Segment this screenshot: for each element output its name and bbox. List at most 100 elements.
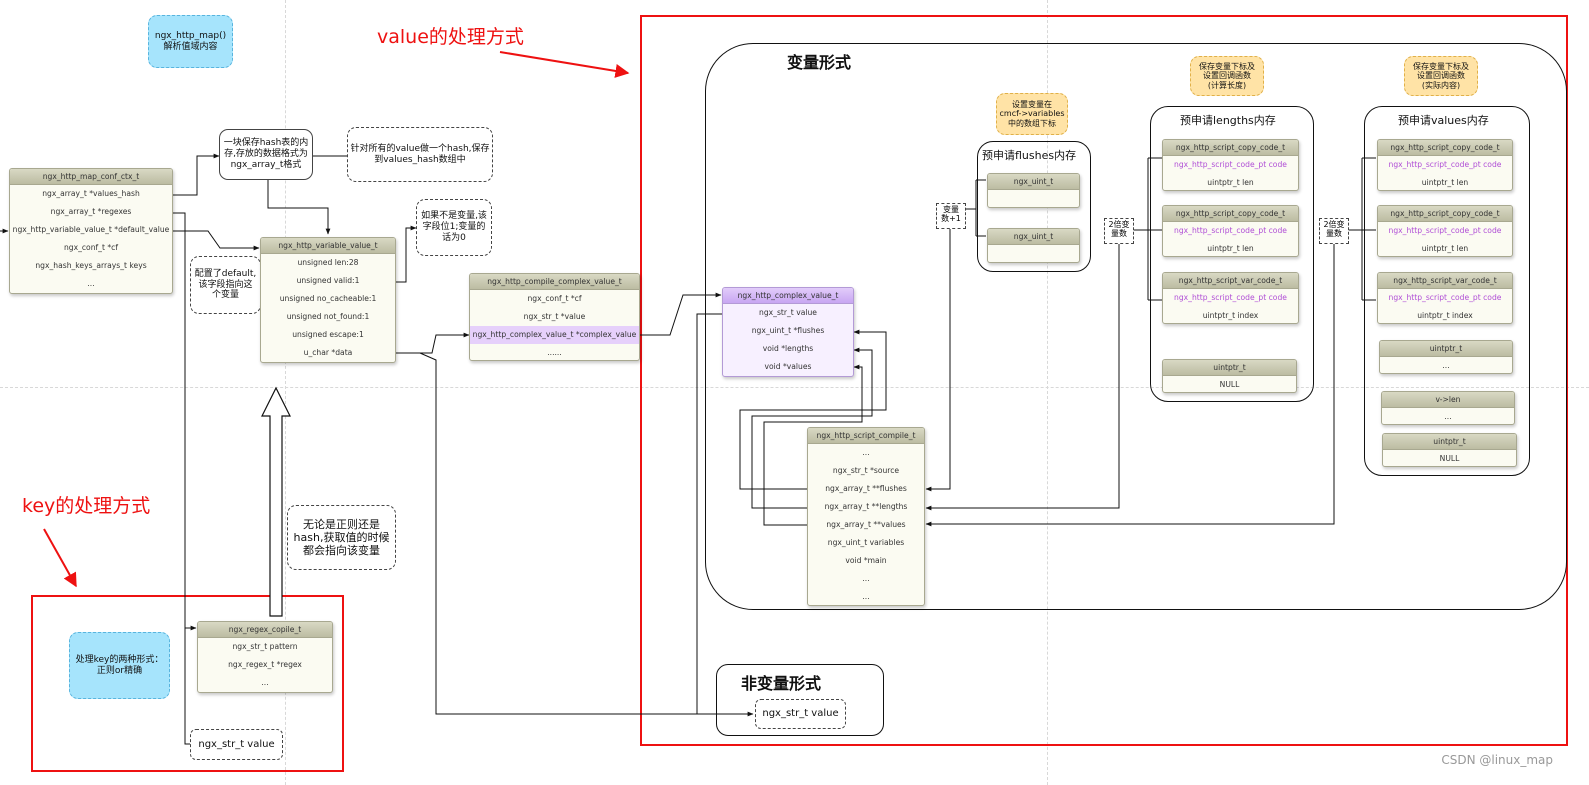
struct-title: ngx_http_script_var_code_t (1378, 273, 1512, 289)
non-variable-str-value: ngx_str_t value (755, 699, 846, 729)
key-forms-note: 处理key的两种形式： 正则or精确 (69, 632, 170, 699)
struct-title: ngx_uint_t (988, 229, 1079, 245)
struct-field: void *main (845, 556, 887, 565)
struct-field: ngx_str_t value (759, 308, 817, 317)
struct-field: u_char *data (303, 348, 353, 357)
struct-title: ngx_http_variable_value_t (261, 238, 395, 254)
struct-title: ngx_regex_copile_t (198, 622, 332, 638)
struct-values-null: uintptr_t NULL (1382, 433, 1517, 467)
struct-field: unsigned escape:1 (292, 330, 364, 339)
set-var-index-note: 设置变量在 cmcf->variables 中的数组下标 (996, 93, 1068, 135)
struct-field: ngx_http_script_code_pt code (1174, 226, 1287, 235)
struct-field: void *lengths (762, 344, 814, 353)
struct-field: ngx_array_t **flushes (825, 484, 907, 493)
struct-field: void *values (764, 362, 812, 371)
struct-title: ngx_http_script_copy_code_t (1378, 206, 1512, 222)
struct-field: ngx_http_script_code_pt code (1388, 160, 1502, 169)
struct-field: ngx_array_t *regexes (50, 207, 132, 216)
struct-flush-uint: ngx_uint_t (987, 173, 1080, 208)
struct-field: ngx_array_t **values (826, 520, 906, 529)
struct-field: uintptr_t len (1207, 178, 1254, 187)
hash-values-note: 针对所有的value做一个hash,保存 到values_hash数组中 (347, 127, 493, 182)
struct-field: unsigned len:28 (297, 258, 359, 267)
struct-field: ngx_str_t *value (523, 312, 586, 321)
save-index-length-note: 保存变量下标及 设置回调函数 (计算长度) (1190, 56, 1264, 96)
struct-lengths-null: uintptr_t NULL (1162, 359, 1297, 393)
struct-field: ngx_http_complex_value_t *complex_value (470, 326, 639, 344)
struct-field: ngx_regex_t *regex (228, 660, 302, 669)
struct-ngx-regex-compile: ngx_regex_copile_t ngx_str_t pattern ngx_r… (197, 621, 333, 693)
default-note: 配置了default, 该字段指向这 个变量 (190, 256, 261, 314)
struct-title: ngx_http_map_conf_ctx_t (10, 169, 172, 185)
struct-values-var-code: ngx_http_script_var_code_t ngx_http_scrip… (1377, 272, 1513, 324)
struct-field: ngx_http_script_code_pt code (1174, 293, 1287, 302)
struct-field: ngx_http_script_code_pt code (1388, 226, 1502, 235)
struct-field (988, 190, 1079, 207)
struct-field: uintptr_t index (1202, 311, 1259, 320)
struct-field: unsigned not_found:1 (286, 312, 370, 321)
struct-field: ngx_http_script_code_pt code (1174, 160, 1287, 169)
struct-title: ngx_http_script_compile_t (808, 428, 924, 444)
struct-field: uintptr_t len (1421, 178, 1469, 187)
struct-title: ngx_http_script_var_code_t (1163, 273, 1298, 289)
var-count-plus-one-tag: 变量 数+1 (936, 203, 966, 229)
save-index-content-note: 保存变量下标及 设置回调函数 (实际内容) (1404, 56, 1478, 96)
struct-field: ngx_hash_keys_arrays_t keys (35, 261, 147, 270)
struct-title: v->len (1382, 392, 1514, 408)
struct-field: ... (862, 574, 870, 583)
struct-values-copy-code: ngx_http_script_copy_code_t ngx_http_scri… (1377, 139, 1513, 191)
map-parse-note: ngx_http_map() 解析值域内容 (148, 15, 233, 68)
struct-title: ngx_http_complex_value_t (723, 288, 853, 304)
hash-memory-note: 一块保存hash表的内 存,存放的数据格式为 ngx_array_t格式 (219, 129, 313, 180)
struct-title: ngx_http_script_copy_code_t (1378, 140, 1512, 156)
struct-field: uintptr_t index (1417, 311, 1473, 320)
struct-field: ngx_conf_t *cf (527, 294, 582, 303)
key-str-value: ngx_str_t value (190, 729, 283, 760)
watermark: CSDN @linux_map (1441, 753, 1553, 767)
double-var-count-tag: 2倍变 量数 (1319, 218, 1349, 244)
struct-ngx-http-complex-value: ngx_http_complex_value_t ngx_str_t value n… (722, 287, 854, 377)
struct-field: ngx_array_t **lengths (824, 502, 908, 511)
struct-field: ngx_str_t *source (832, 466, 900, 475)
struct-ngx-http-map-conf-ctx: ngx_http_map_conf_ctx_t ngx_array_t *valu… (9, 168, 173, 294)
struct-title: ngx_http_script_copy_code_t (1163, 206, 1298, 222)
struct-field: NULL (1439, 454, 1460, 463)
struct-values-vlen: v->len... (1381, 391, 1515, 425)
struct-field: ngx_uint_t variables (827, 538, 905, 547)
struct-lengths-copy-code: ngx_http_script_copy_code_t ngx_http_scri… (1162, 205, 1299, 257)
struct-field: ... (862, 448, 870, 457)
struct-title: uintptr_t (1163, 360, 1296, 376)
struct-title: ngx_uint_t (988, 174, 1079, 190)
struct-field: ... (261, 678, 269, 687)
struct-field: unsigned no_cacheable:1 (279, 294, 377, 303)
struct-field: ... (1442, 361, 1450, 370)
struct-field: ... (87, 279, 95, 288)
struct-ngx-http-compile-complex-value: ngx_http_compile_complex_value_t ngx_conf… (469, 273, 640, 361)
struct-values-copy-code: ngx_http_script_copy_code_t ngx_http_scri… (1377, 205, 1513, 257)
not-variable-note: 如果不是变量,该 字段位1;变量的 话为0 (416, 199, 492, 256)
struct-field: ... (1444, 412, 1452, 421)
struct-lengths-copy-code: ngx_http_script_copy_code_t ngx_http_scri… (1162, 139, 1299, 191)
struct-title: ngx_http_script_copy_code_t (1163, 140, 1298, 156)
struct-flush-uint: ngx_uint_t (987, 228, 1080, 263)
struct-field: uintptr_t len (1207, 244, 1254, 253)
double-var-count-tag: 2倍变 量数 (1104, 218, 1134, 244)
struct-lengths-var-code: ngx_http_script_var_code_t ngx_http_scrip… (1162, 272, 1299, 324)
struct-field: ngx_http_script_code_pt code (1388, 293, 1502, 302)
struct-field: ... (862, 592, 870, 601)
struct-ngx-http-script-compile: ngx_http_script_compile_t... ngx_str_t *s… (807, 427, 925, 606)
struct-title: ngx_http_compile_complex_value_t (470, 274, 639, 290)
struct-field (988, 245, 1079, 262)
struct-field: ngx_str_t pattern (232, 642, 298, 651)
struct-ngx-http-variable-value: ngx_http_variable_value_t unsigned len:28… (260, 237, 396, 363)
struct-field: ngx_conf_t *cf (63, 243, 119, 252)
struct-field: ngx_http_variable_value_t *default_value (12, 225, 170, 234)
struct-values-uintptr: uintptr_t... (1379, 340, 1513, 374)
struct-field: NULL (1219, 380, 1240, 389)
struct-field: uintptr_t len (1421, 244, 1469, 253)
struct-title: uintptr_t (1383, 434, 1516, 450)
regex-hash-note: 无论是正则还是 hash,获取值的时候 都会指向该变量 (287, 505, 396, 570)
struct-title: uintptr_t (1380, 341, 1512, 357)
struct-field: ngx_array_t *values_hash (42, 189, 140, 198)
struct-field: ...... (547, 348, 562, 357)
